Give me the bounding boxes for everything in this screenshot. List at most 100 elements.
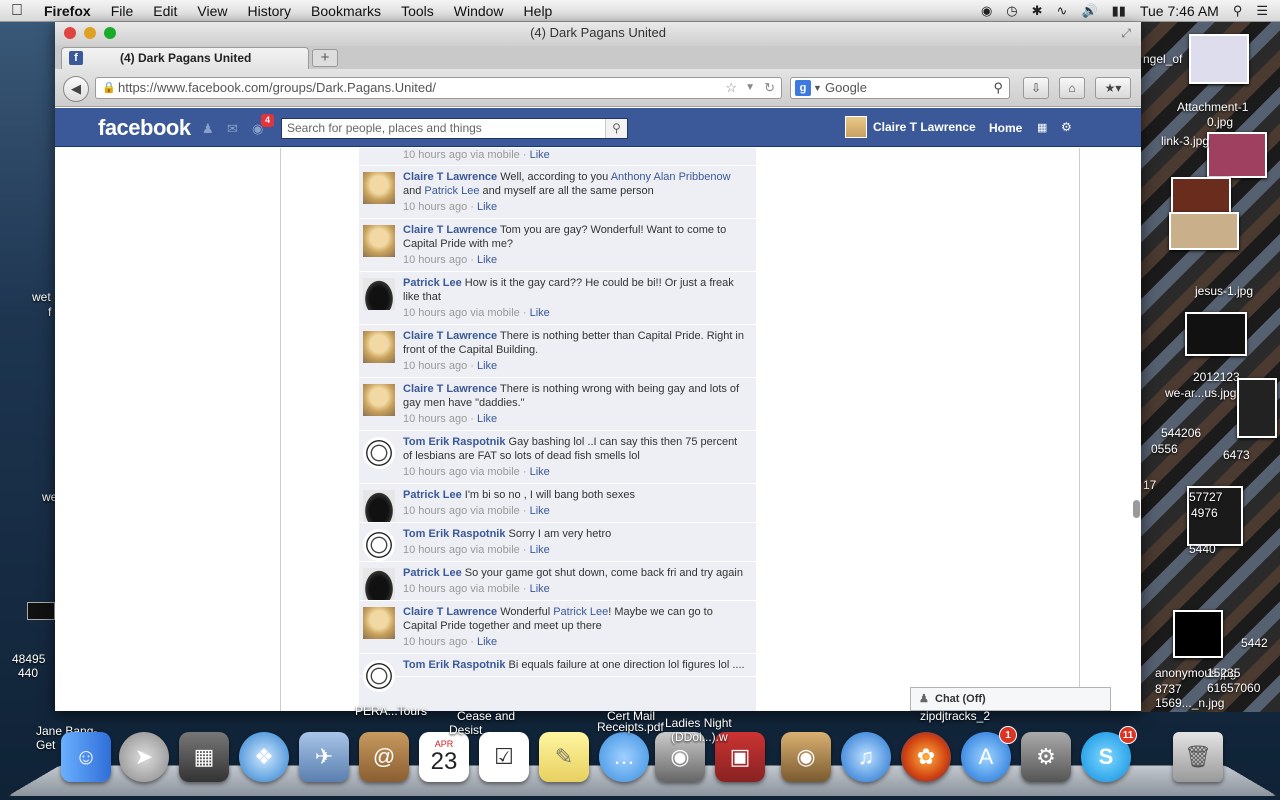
commenter-name[interactable]: Patrick Lee bbox=[403, 489, 462, 501]
commenter-name[interactable]: Claire T Lawrence bbox=[403, 383, 497, 395]
commenter-name[interactable]: Tom Erik Raspotnik bbox=[403, 528, 505, 540]
like-link[interactable]: Like bbox=[477, 201, 497, 213]
new-tab-button[interactable]: + bbox=[312, 49, 338, 67]
facebook-search-input[interactable]: Search for people, places and things ⚲ bbox=[281, 118, 628, 139]
system-preferences-icon[interactable]: ⚙ bbox=[1021, 732, 1071, 782]
desktop-file-label[interactable]: we-ar...us.jpg bbox=[1165, 386, 1236, 400]
commenter-name[interactable]: Tom Erik Raspotnik bbox=[403, 659, 505, 671]
menu-bookmarks[interactable]: Bookmarks bbox=[301, 3, 391, 19]
firefox-icon[interactable]: ✿ bbox=[901, 732, 951, 782]
desktop-file-label[interactable]: 544206 bbox=[1161, 426, 1201, 440]
avatar[interactable] bbox=[363, 278, 395, 310]
desktop-file-label[interactable]: ngel_of bbox=[1143, 52, 1182, 66]
time-machine-icon[interactable]: ◷ bbox=[1006, 3, 1017, 19]
like-link[interactable]: Like bbox=[530, 505, 550, 517]
menu-app-firefox[interactable]: Firefox bbox=[34, 3, 101, 19]
desktop-thumbnail[interactable] bbox=[1185, 312, 1247, 356]
notes-icon[interactable]: ✎ bbox=[539, 732, 589, 782]
commenter-name[interactable]: Tom Erik Raspotnik bbox=[403, 436, 505, 448]
fullscreen-icon[interactable]: ⤢ bbox=[1121, 22, 1131, 44]
url-history-dropdown-icon[interactable]: ▼ bbox=[745, 78, 755, 98]
desktop-file-label[interactable]: Cease and bbox=[457, 709, 515, 723]
desktop-file-label[interactable]: Desist bbox=[449, 723, 482, 737]
calendar-icon[interactable]: APR 23 bbox=[419, 732, 469, 782]
avatar[interactable] bbox=[363, 331, 395, 363]
engine-dropdown-icon[interactable]: ▼ bbox=[813, 78, 822, 98]
spotlight-icon[interactable]: ⚲ bbox=[1233, 3, 1243, 19]
battery-icon[interactable]: ▮▮ bbox=[1112, 3, 1126, 19]
desktop-file-label[interactable]: 5440 bbox=[1189, 542, 1216, 556]
status-check-icon[interactable]: ◉ bbox=[981, 3, 992, 19]
like-link[interactable]: Like bbox=[530, 583, 550, 595]
like-link[interactable]: Like bbox=[530, 307, 550, 319]
desktop-thumbnail[interactable] bbox=[1237, 378, 1277, 438]
finder-icon[interactable]: ☺ bbox=[61, 732, 111, 782]
chat-bar[interactable]: ♟ Chat (Off) bbox=[910, 687, 1111, 711]
messages-icon[interactable]: ✉ bbox=[227, 121, 238, 137]
menu-window[interactable]: Window bbox=[444, 3, 514, 19]
commenter-name[interactable]: Patrick Lee bbox=[403, 567, 462, 579]
minimize-window-button[interactable] bbox=[84, 27, 96, 39]
iphoto-icon[interactable]: ◉ bbox=[781, 732, 831, 782]
desktop-file-label[interactable]: zipdjtracks_2 bbox=[920, 709, 990, 723]
privacy-shortcuts-icon[interactable]: ▦ bbox=[1037, 121, 1047, 134]
like-link[interactable]: Like bbox=[477, 254, 497, 266]
wifi-icon[interactable]: ∿ bbox=[1057, 3, 1068, 19]
desktop-file-label[interactable]: 440 bbox=[18, 666, 38, 680]
mention-link[interactable]: Anthony Alan Pribbenow bbox=[611, 171, 731, 183]
desktop-file-label[interactable]: 0.jpg bbox=[1207, 115, 1233, 129]
desktop-file-label[interactable]: PERA...Tours bbox=[355, 704, 427, 718]
desktop-thumbnail[interactable] bbox=[1207, 132, 1267, 178]
commenter-name[interactable]: Claire T Lawrence bbox=[403, 606, 497, 618]
bluetooth-icon[interactable]: ✱ bbox=[1032, 3, 1043, 19]
profile-link[interactable]: Claire T Lawrence bbox=[845, 116, 976, 138]
desktop-file-label[interactable]: jesus-1.jpg bbox=[1195, 284, 1253, 298]
downloads-button[interactable]: ⇩ bbox=[1023, 77, 1049, 99]
desktop-file-label[interactable]: Ladies Night bbox=[665, 716, 732, 730]
itunes-icon[interactable]: ♫ bbox=[841, 732, 891, 782]
search-icon[interactable]: ⚲ bbox=[605, 119, 627, 138]
web-search-bar[interactable]: g ▼ Google ⚲ bbox=[790, 77, 1010, 99]
menu-tools[interactable]: Tools bbox=[391, 3, 444, 19]
desktop-file-label[interactable]: 57727 bbox=[1189, 490, 1222, 504]
tab-dark-pagans-united[interactable]: f (4) Dark Pagans United bbox=[61, 47, 309, 69]
desktop-file-label[interactable]: f bbox=[48, 305, 51, 319]
mention-link[interactable]: Patrick Lee bbox=[553, 606, 608, 618]
mission-control-icon[interactable]: ▦ bbox=[179, 732, 229, 782]
like-link[interactable]: Like bbox=[530, 544, 550, 556]
desktop-file-label[interactable]: 2012123 bbox=[1193, 370, 1240, 384]
messages-icon[interactable]: … bbox=[599, 732, 649, 782]
notification-list-icon[interactable]: ☰ bbox=[1256, 3, 1268, 19]
facebook-logo[interactable]: facebook bbox=[98, 115, 191, 141]
close-window-button[interactable] bbox=[64, 27, 76, 39]
menu-history[interactable]: History bbox=[237, 3, 301, 19]
zoom-window-button[interactable] bbox=[104, 27, 116, 39]
menu-view[interactable]: View bbox=[187, 3, 237, 19]
avatar[interactable] bbox=[363, 568, 395, 600]
search-icon[interactable]: ⚲ bbox=[993, 78, 1003, 98]
avatar[interactable] bbox=[363, 529, 395, 561]
desktop-file-label[interactable]: 61657060 bbox=[1207, 681, 1260, 695]
mail-icon[interactable]: ✈ bbox=[299, 732, 349, 782]
bookmarks-menu-button[interactable]: ★▾ bbox=[1095, 77, 1131, 99]
desktop-file-label[interactable]: (DDoi...).w bbox=[671, 730, 728, 744]
address-book-icon[interactable]: @ bbox=[359, 732, 409, 782]
settings-gear-icon[interactable]: ⚙ bbox=[1061, 120, 1072, 134]
app-store-icon[interactable]: A 1 bbox=[961, 726, 1017, 782]
avatar[interactable] bbox=[363, 172, 395, 204]
skype-icon[interactable]: S 11 bbox=[1081, 726, 1137, 782]
desktop-file-label[interactable]: 1569..._n.jpg bbox=[1155, 696, 1224, 710]
reload-icon[interactable]: ↻ bbox=[764, 78, 775, 98]
desktop-file-label[interactable]: 0556 bbox=[1151, 442, 1178, 456]
desktop-file-label[interactable]: 8737 bbox=[1155, 682, 1182, 696]
avatar[interactable] bbox=[363, 607, 395, 639]
menu-edit[interactable]: Edit bbox=[143, 3, 187, 19]
home-button[interactable]: ⌂ bbox=[1059, 77, 1085, 99]
desktop-file-label[interactable]: link-3.jpg bbox=[1161, 134, 1209, 148]
commenter-name[interactable]: Claire T Lawrence bbox=[403, 330, 497, 342]
launchpad-icon[interactable]: ➤ bbox=[119, 732, 169, 782]
friend-requests-icon[interactable]: ♟ bbox=[202, 121, 214, 137]
commenter-name[interactable]: Claire T Lawrence bbox=[403, 224, 497, 236]
avatar[interactable] bbox=[363, 490, 395, 522]
avatar[interactable] bbox=[363, 384, 395, 416]
